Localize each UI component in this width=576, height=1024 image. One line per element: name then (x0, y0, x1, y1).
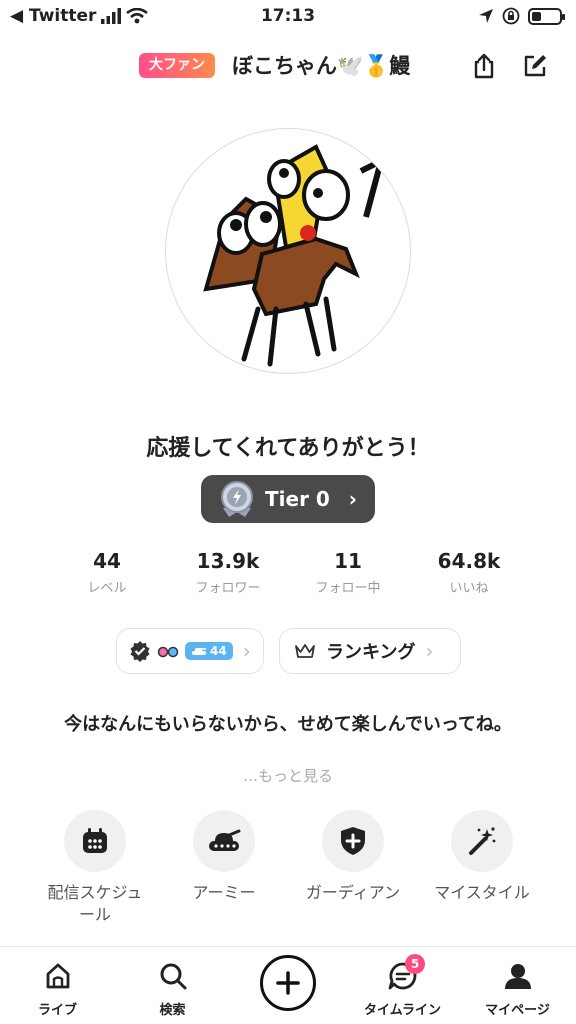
profile-bio: 今はなんにもいらないから、せめて楽しんでいってね。 (64, 714, 512, 735)
verified-badge-icon (130, 641, 150, 662)
create-post-button[interactable] (260, 955, 316, 1011)
profile-avatar[interactable] (165, 128, 411, 374)
orientation-lock-icon (502, 7, 520, 25)
tier-label: Tier 0 (265, 487, 330, 511)
ranking-button[interactable]: ランキング › (279, 628, 461, 674)
fan-level-badge: 大ファン (139, 53, 215, 78)
home-icon (46, 963, 69, 989)
location-arrow-icon (479, 9, 493, 23)
stat-likes: 64.8k いいね (397, 549, 541, 596)
mystyle-label: マイスタイル (434, 883, 530, 902)
tab-timeline[interactable]: タイムライン (345, 961, 460, 1018)
crown-icon (295, 644, 315, 658)
tier-medal-icon (221, 481, 253, 517)
level-chip: 44 (185, 642, 233, 660)
tab-search[interactable]: 検索 (115, 961, 230, 1018)
chevron-right-icon: › (242, 639, 251, 663)
guardian-button[interactable]: ガーディアン (283, 810, 423, 904)
status-bar: ◀ Twitter 17:13 (0, 0, 576, 32)
profile-username: ぼこちゃん🕊️🥇鰻 (232, 54, 411, 78)
share-icon[interactable] (470, 52, 498, 80)
chevron-right-icon: › (348, 487, 357, 511)
edit-icon[interactable] (521, 52, 549, 80)
tier-button[interactable]: Tier 0 › (201, 475, 375, 523)
tab-live[interactable]: ライブ (0, 961, 115, 1018)
tab-mypage[interactable]: マイページ (460, 961, 575, 1018)
shield-plus-icon (341, 827, 365, 855)
search-icon (160, 963, 186, 990)
goggles-icon (157, 646, 179, 658)
notification-badge: 5 (405, 954, 425, 974)
stat-label: いいね (449, 581, 489, 596)
badges-pill[interactable]: 44 › (116, 628, 264, 674)
profile-tagline: 応援してくれてありがとう！ (146, 436, 430, 461)
plus-icon (276, 971, 300, 995)
level-chip-value: 44 (210, 644, 227, 658)
tab-label: ライブ (37, 1003, 77, 1018)
stat-value: 64.8k (437, 549, 501, 573)
mystyle-button[interactable]: マイスタイル (412, 810, 552, 904)
tab-label: タイムライン (363, 1003, 442, 1018)
read-more-link[interactable]: …もっと見る (0, 765, 576, 786)
magic-wand-icon (469, 827, 496, 855)
schedule-label: 配信スケジュール (47, 883, 143, 924)
chevron-right-icon: › (425, 639, 434, 663)
tank-icon (209, 829, 241, 851)
guardian-label: ガーディアン (305, 883, 401, 902)
schedule-button[interactable]: 配信スケジュール (25, 810, 165, 926)
tab-label: 検索 (159, 1003, 186, 1018)
tank-icon (192, 648, 206, 655)
avatar-illustration (203, 144, 386, 367)
army-button[interactable]: アーミー (154, 810, 294, 904)
tab-label: マイページ (485, 1003, 550, 1018)
army-label: アーミー (192, 883, 256, 902)
user-icon (504, 964, 531, 989)
ranking-label: ランキング (326, 642, 416, 663)
calendar-icon (83, 828, 107, 853)
battery-icon (528, 7, 565, 25)
